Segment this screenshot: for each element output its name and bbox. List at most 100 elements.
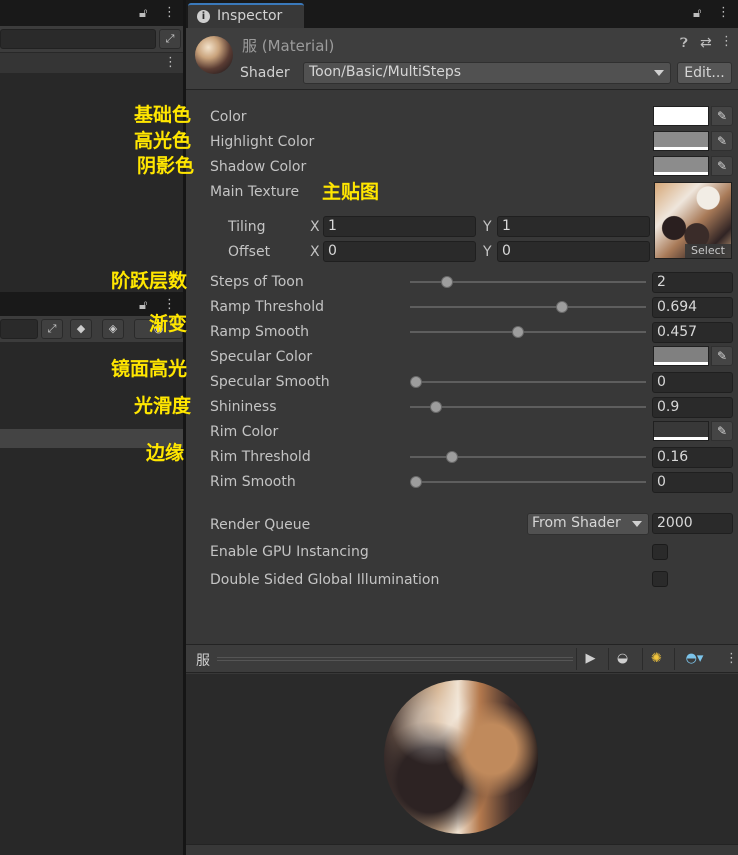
tiling-x-input[interactable]: 1: [323, 216, 476, 237]
shininess-slider-handle[interactable]: [430, 401, 443, 413]
double-sided-gi-label: Double Sided Global Illumination: [210, 572, 440, 588]
steps-of-toon-input[interactable]: 2: [652, 272, 733, 293]
label-tag-icon[interactable]: ◈: [102, 319, 124, 339]
left-top-search-row: ⤢: [0, 26, 183, 52]
main-texture-thumbnail[interactable]: Select: [654, 182, 732, 259]
eyedropper-icon[interactable]: ✎: [711, 131, 733, 151]
ramp-threshold-input[interactable]: 0.694: [652, 297, 733, 318]
ramp-smooth-slider[interactable]: [410, 331, 646, 333]
eyedropper-icon[interactable]: ✎: [711, 421, 733, 441]
inspector-tabbar: i Inspector 🔓︎ ⋮: [186, 0, 738, 28]
offset-x-input[interactable]: 0: [323, 241, 476, 262]
color-swatch[interactable]: [653, 106, 709, 126]
eyedropper-icon[interactable]: ✎: [711, 106, 733, 126]
ramp-threshold-slider-handle[interactable]: [555, 301, 568, 313]
inspector-panel: i Inspector 🔓︎ ⋮ 服 (Material) ❓︎ ⇄ ⋮ Sha…: [186, 0, 738, 855]
tab-inspector[interactable]: i Inspector: [188, 3, 304, 28]
ramp-threshold-slider[interactable]: [410, 306, 646, 308]
background-sphere-icon[interactable]: ◓▾: [674, 648, 714, 670]
material-name: 服 (Material): [242, 37, 335, 55]
specular-color-label: Specular Color: [210, 349, 313, 365]
double-sided-gi-checkbox[interactable]: [652, 571, 668, 587]
preview-toolbar: 服 ▶ ◒ ✺ ◓▾ ⋮: [186, 644, 738, 673]
rim-smooth-label: Rim Smooth: [210, 474, 296, 490]
offset-y-input[interactable]: 0: [497, 241, 650, 262]
specular-color-swatch[interactable]: [653, 346, 709, 366]
ramp-smooth-slider-handle[interactable]: [512, 326, 525, 338]
shader-dropdown[interactable]: Toon/Basic/MultiSteps: [303, 62, 671, 84]
help-icon[interactable]: ❓︎: [680, 37, 688, 50]
tiling-y-input[interactable]: 1: [497, 216, 650, 237]
preset-settings-icon[interactable]: ⇄: [700, 36, 712, 50]
eyedropper-icon[interactable]: ✎: [711, 346, 733, 366]
tab-inspector-label: Inspector: [217, 8, 283, 24]
rim-smooth-slider-handle[interactable]: [410, 476, 422, 488]
expand-icon[interactable]: ⤢: [159, 29, 181, 49]
kebab-menu-icon[interactable]: ⋮: [163, 298, 176, 311]
lighting-icon[interactable]: ✺: [642, 648, 670, 670]
shininess-input[interactable]: 0.9: [652, 397, 733, 418]
filter-by-type-icon[interactable]: ◆: [70, 319, 92, 339]
steps-of-toon-label: Steps of Toon: [210, 274, 304, 290]
rim-threshold-input[interactable]: 0.16: [652, 447, 733, 468]
highlight-color-swatch[interactable]: [653, 131, 709, 151]
specular-smooth-input[interactable]: 0: [652, 372, 733, 393]
offset-x-axis: X: [310, 244, 320, 260]
lock-icon[interactable]: 🔓︎: [693, 7, 701, 20]
shininess-slider[interactable]: [410, 406, 646, 408]
kebab-menu-icon[interactable]: ⋮: [717, 6, 730, 19]
chevron-down-icon: [654, 70, 664, 76]
left-bottom-search-input[interactable]: [0, 319, 38, 339]
left-top-search-input[interactable]: [0, 29, 156, 49]
preview-mesh-icon[interactable]: ◒: [608, 648, 636, 670]
tiling-label: Tiling: [228, 219, 266, 235]
preview-viewport[interactable]: [186, 674, 738, 844]
annotation-main-texture: 主贴图: [322, 181, 380, 203]
material-thumbnail: [195, 36, 233, 74]
kebab-menu-icon[interactable]: ⋮: [725, 652, 738, 665]
edit-shader-button[interactable]: Edit...: [677, 62, 732, 84]
highlight-color-label: Highlight Color: [210, 134, 315, 150]
play-icon[interactable]: ▶: [576, 648, 604, 670]
kebab-menu-icon[interactable]: ⋮: [720, 35, 733, 48]
specular-smooth-slider-handle[interactable]: [410, 376, 422, 388]
shader-dropdown-value: Toon/Basic/MultiSteps: [309, 64, 462, 80]
rim-smooth-input[interactable]: 0: [652, 472, 733, 493]
lock-icon[interactable]: 🔓︎: [139, 7, 147, 20]
kebab-menu-icon[interactable]: ⋮: [163, 6, 176, 19]
offset-y-axis: Y: [483, 244, 492, 260]
eyedropper-icon[interactable]: ✎: [711, 156, 733, 176]
specular-smooth-label: Specular Smooth: [210, 374, 330, 390]
steps-of-toon-slider-handle[interactable]: [441, 276, 454, 288]
render-queue-input[interactable]: 2000: [652, 513, 733, 534]
annotation-base-color: 基础色: [134, 104, 192, 126]
preview-title: 服: [196, 653, 210, 669]
annotation-toon-steps: 阶跃层数: [111, 270, 188, 292]
material-preview-sphere[interactable]: [384, 680, 538, 834]
rim-threshold-slider-handle[interactable]: [445, 451, 458, 463]
chevron-down-icon: [632, 521, 642, 527]
rim-threshold-label: Rim Threshold: [210, 449, 311, 465]
render-queue-label: Render Queue: [210, 517, 311, 533]
preview-drag-handle[interactable]: [217, 657, 573, 661]
left-top-tabbar: 🔓︎ ⋮: [0, 0, 183, 26]
rim-color-swatch[interactable]: [653, 421, 709, 441]
rim-color-label: Rim Color: [210, 424, 279, 440]
render-queue-dropdown[interactable]: From Shader: [527, 513, 649, 535]
texture-select-button[interactable]: Select: [685, 244, 731, 258]
ramp-threshold-label: Ramp Threshold: [210, 299, 324, 315]
kebab-menu-icon[interactable]: ⋮: [164, 56, 177, 69]
shadow-color-swatch[interactable]: [653, 156, 709, 176]
info-icon: i: [197, 10, 210, 23]
enable-gpu-instancing-checkbox[interactable]: [652, 544, 668, 560]
offset-label: Offset: [228, 244, 271, 260]
expand-icon[interactable]: ⤢: [41, 319, 63, 339]
enable-gpu-instancing-label: Enable GPU Instancing: [210, 544, 369, 560]
annotation-rim: 边缘: [146, 442, 185, 464]
lock-icon[interactable]: 🔓︎: [139, 299, 147, 312]
status-bar: [186, 844, 738, 855]
annotation-smoothness: 光滑度: [134, 395, 192, 417]
ramp-smooth-input[interactable]: 0.457: [652, 322, 733, 343]
rim-smooth-slider[interactable]: [410, 481, 646, 483]
specular-smooth-slider[interactable]: [410, 381, 646, 383]
